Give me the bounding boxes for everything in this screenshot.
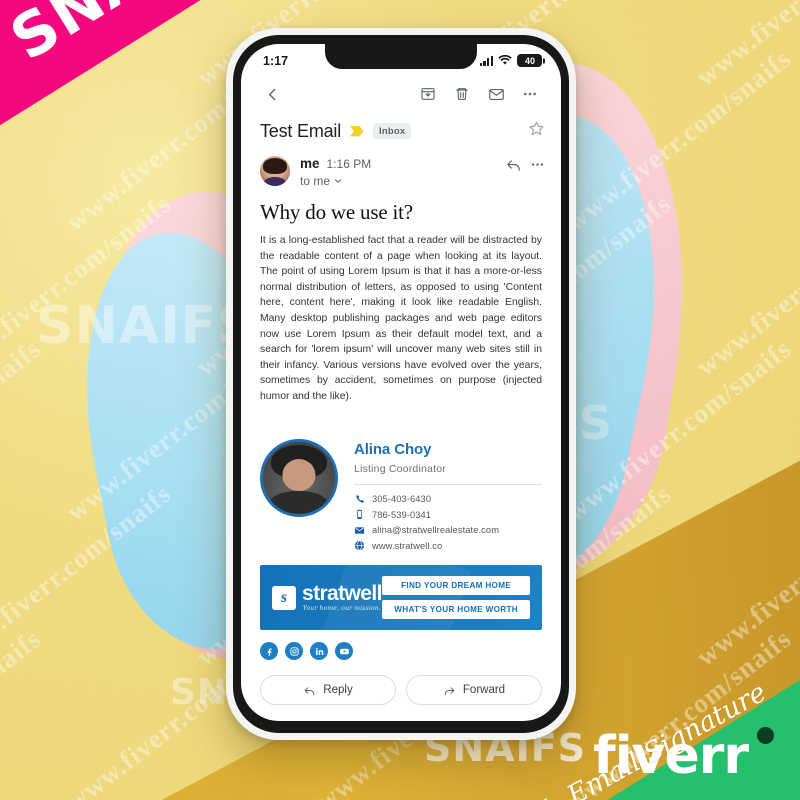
subject-row: Test Email Inbox xyxy=(241,114,561,146)
archive-icon[interactable] xyxy=(413,79,443,109)
recipient-label: to me xyxy=(300,174,331,188)
social-links xyxy=(241,630,561,661)
linkedin-icon[interactable] xyxy=(310,642,328,661)
profile-photo xyxy=(260,438,338,517)
globe-icon xyxy=(354,540,365,551)
signature-divider xyxy=(354,483,542,485)
forward-arrow-icon xyxy=(444,686,455,695)
back-chevron-icon[interactable] xyxy=(257,79,287,109)
brand-name: stratwell xyxy=(302,582,382,606)
signal-bars-icon xyxy=(479,55,493,66)
wifi-icon xyxy=(498,55,512,65)
chevron-down-icon xyxy=(335,179,342,183)
brand-logo: s stratwell Your home, our mission. xyxy=(272,583,382,612)
reply-label: Reply xyxy=(323,684,353,696)
contact-mobile-value: 786-539-0341 xyxy=(372,509,432,520)
body-heading: Why do we use it? xyxy=(260,200,413,224)
sender-actions xyxy=(505,156,545,178)
more-options-icon[interactable] xyxy=(515,79,545,109)
email-signature: Alina Choy Listing Coordinator 305-403-6… xyxy=(241,438,561,552)
banner-cta-group: FIND YOUR DREAM HOME WHAT'S YOUR HOME WO… xyxy=(382,576,530,620)
status-bar: 1:17 40 xyxy=(241,44,561,74)
forward-button[interactable]: Forward xyxy=(406,675,542,705)
phone-device: 1:17 40 Test Email Inbox me 1:16 PM to m… xyxy=(226,28,576,740)
contact-website[interactable]: www.stratwell.co xyxy=(354,540,542,551)
reply-action-bar: Reply Forward xyxy=(241,661,561,721)
label-chip-inbox[interactable]: Inbox xyxy=(373,123,412,139)
sender-recipient-line[interactable]: to me xyxy=(300,174,495,188)
brand-wordmark: stratwell Your home, our mission. xyxy=(302,583,382,612)
home-worth-button[interactable]: WHAT'S YOUR HOME WORTH xyxy=(382,600,530,620)
contact-website-value: www.stratwell.co xyxy=(372,540,443,551)
signature-contacts: 305-403-6430 786-539-0341 alina@stratwel… xyxy=(354,494,542,552)
brand-tagline: Your home, our mission. xyxy=(302,605,381,613)
contact-email-value: alina@stratwellrealestate.com xyxy=(372,525,500,536)
signature-header: Alina Choy Listing Coordinator 305-403-6… xyxy=(260,438,542,552)
fiverr-dot-icon xyxy=(757,727,774,744)
email-icon xyxy=(354,526,365,534)
signature-role: Listing Coordinator xyxy=(354,462,446,475)
reply-arrow-icon[interactable] xyxy=(505,156,522,178)
instagram-icon[interactable] xyxy=(285,642,303,661)
facebook-icon[interactable] xyxy=(260,642,278,661)
body-paragraph: It is a long-established fact that a rea… xyxy=(260,235,542,403)
page-title: Test Email xyxy=(260,120,342,141)
contact-phone-value: 305-403-6430 xyxy=(372,494,432,505)
email-toolbar xyxy=(241,74,561,114)
email-body: Why do we use it? It is a long-establish… xyxy=(241,192,561,405)
trash-icon[interactable] xyxy=(447,79,477,109)
brand-monogram-icon: s xyxy=(272,585,296,610)
phone-bezel: 1:17 40 Test Email Inbox me 1:16 PM to m… xyxy=(233,35,569,733)
forward-label: Forward xyxy=(462,684,506,696)
signature-name: Alina Choy xyxy=(354,440,432,458)
sender-primary-line: me 1:16 PM xyxy=(300,156,495,171)
mark-unread-icon[interactable] xyxy=(481,79,511,109)
sender-info: me 1:16 PM to me xyxy=(300,156,495,188)
status-indicators: 40 xyxy=(479,54,542,67)
mockup-stage: www.fiverr.com/snaifs www.fiverr.com/snai… xyxy=(0,0,800,800)
importance-marker-icon xyxy=(350,125,364,136)
contact-mobile[interactable]: 786-539-0341 xyxy=(354,509,542,520)
more-options-icon[interactable] xyxy=(530,157,545,177)
contact-email[interactable]: alina@stratwellrealestate.com xyxy=(354,525,542,536)
sender-avatar[interactable] xyxy=(260,156,290,186)
status-time: 1:17 xyxy=(263,53,289,68)
reply-button[interactable]: Reply xyxy=(260,675,396,705)
youtube-icon[interactable] xyxy=(335,642,353,661)
phone-screen: 1:17 40 Test Email Inbox me 1:16 PM to m… xyxy=(241,44,561,721)
promo-banner: s stratwell Your home, our mission. FIND… xyxy=(260,565,542,631)
signature-details: Alina Choy Listing Coordinator 305-403-6… xyxy=(354,439,542,552)
star-icon[interactable] xyxy=(528,120,545,142)
contact-phone[interactable]: 305-403-6430 xyxy=(354,494,542,505)
sender-timestamp: 1:16 PM xyxy=(326,157,372,171)
phone-icon xyxy=(356,495,364,503)
sender-row: me 1:16 PM to me xyxy=(241,146,561,192)
battery-indicator: 40 xyxy=(517,54,542,67)
mobile-icon xyxy=(357,510,362,520)
reply-arrow-icon xyxy=(304,686,315,695)
sender-name: me xyxy=(300,156,320,171)
find-dream-home-button[interactable]: FIND YOUR DREAM HOME xyxy=(382,576,530,596)
